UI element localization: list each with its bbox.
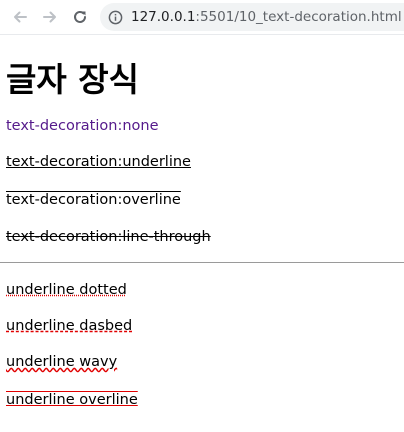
url-path: :5501/10_text-decoration.html [195, 9, 402, 25]
url-host: 127.0.0.1 [131, 9, 196, 25]
forward-button[interactable] [36, 3, 64, 31]
page-content: 글자 장식 text-decoration:none text-decorati… [0, 61, 404, 409]
text-decoration-overline: text-decoration:overline [6, 192, 181, 208]
text-decoration-none: text-decoration:none [6, 118, 159, 134]
underline-dashed: underline dasbed [6, 318, 133, 334]
underline-overline: underline overline [6, 392, 138, 408]
horizontal-rule [0, 262, 404, 263]
text-decoration-line-through: text-decoration:line-through [6, 229, 211, 245]
address-bar[interactable]: 127.0.0.1:5501/10_text-decoration.html [100, 3, 404, 31]
underline-wavy: underline wavy [6, 354, 118, 370]
underline-dotted: underline dotted [6, 282, 127, 298]
page-title: 글자 장식 [6, 60, 139, 99]
back-button[interactable] [6, 3, 34, 31]
arrow-left-icon [14, 11, 27, 23]
info-icon[interactable] [108, 10, 123, 25]
reload-button[interactable] [66, 3, 94, 31]
arrow-right-icon [43, 11, 56, 23]
reload-icon [74, 10, 86, 23]
text-decoration-underline: text-decoration:underline [6, 154, 191, 170]
browser-toolbar: 127.0.0.1:5501/10_text-decoration.html [0, 0, 404, 35]
